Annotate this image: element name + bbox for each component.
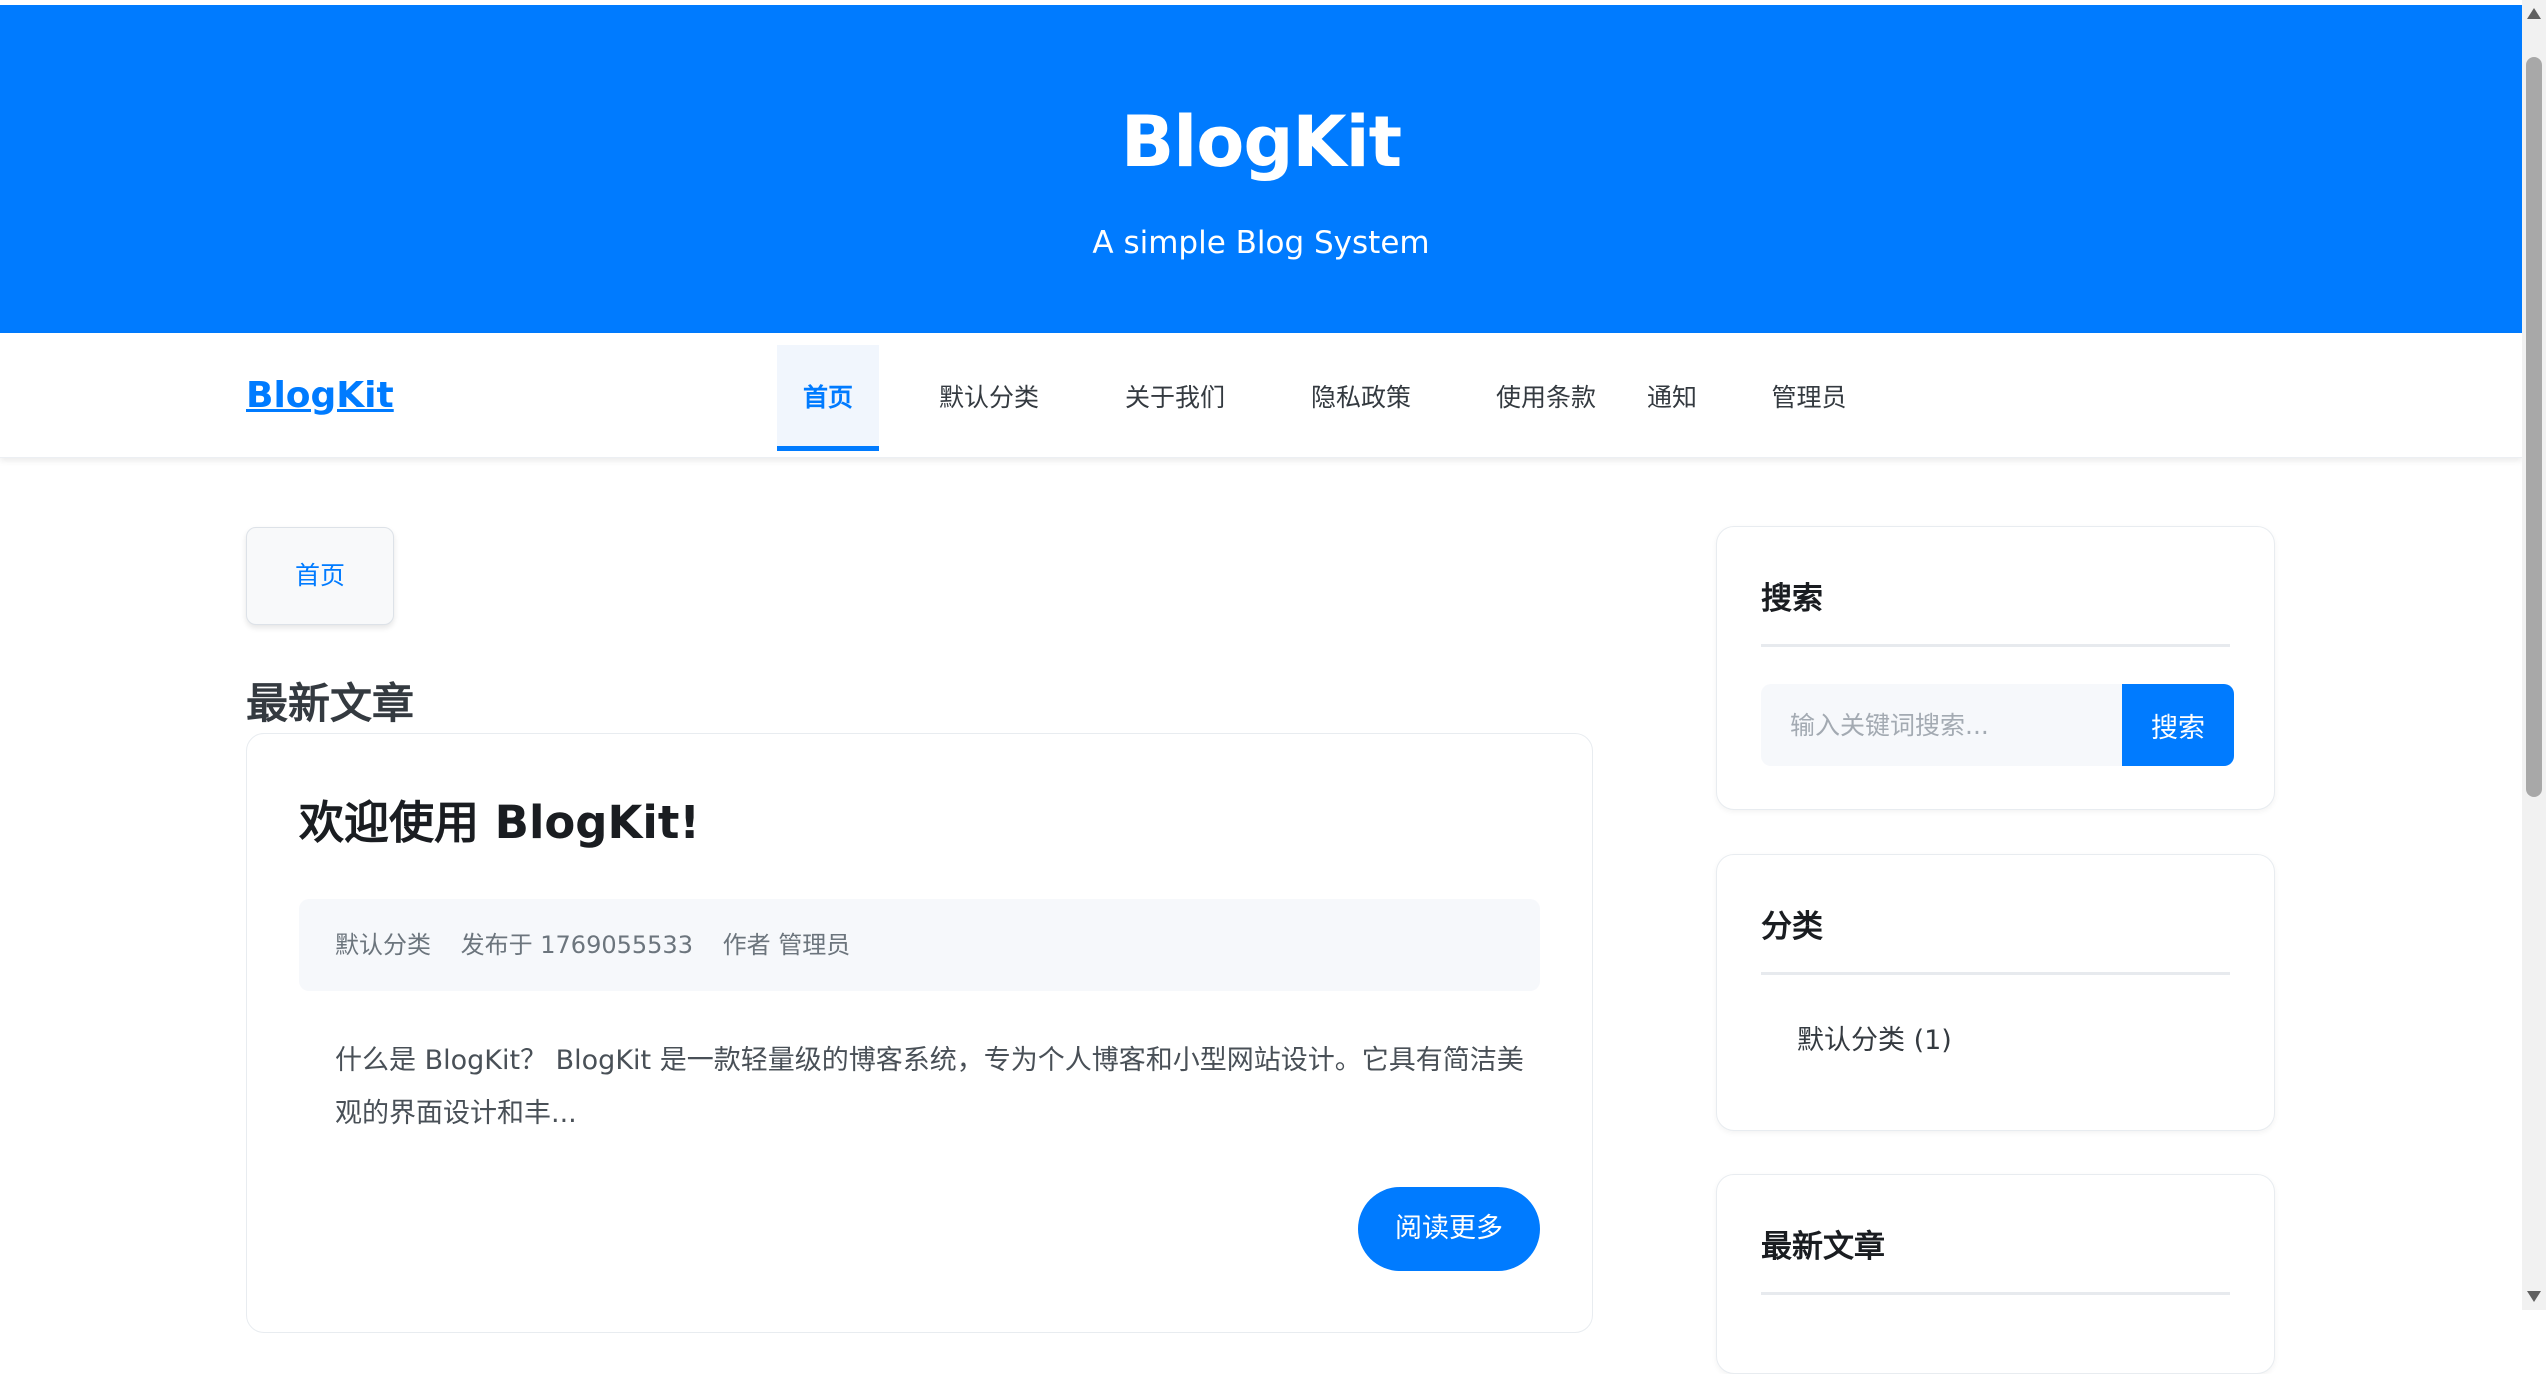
search-widget: 搜索 搜索 xyxy=(1716,526,2275,810)
divider xyxy=(1761,644,2230,647)
navbar-brand-link[interactable]: BlogKit xyxy=(246,375,394,416)
post-title-link[interactable]: 欢迎使用 BlogKit! xyxy=(299,786,700,851)
breadcrumb-home-link[interactable]: 首页 xyxy=(295,561,345,590)
main-navbar: BlogKit 首页 默认分类 关于我们 隐私政策 使用条款 通知 管理员 xyxy=(0,333,2522,458)
nav-item-admin[interactable]: 管理员 xyxy=(1758,345,1860,451)
breadcrumb: 首页 xyxy=(246,527,394,625)
nav-item-default-category[interactable]: 默认分类 xyxy=(924,345,1054,451)
post-meta: 默认分类 发布于 1769055533 作者 管理员 xyxy=(299,899,1540,991)
latest-posts-heading: 最新文章 xyxy=(246,679,415,728)
nav-item-privacy[interactable]: 隐私政策 xyxy=(1296,345,1426,451)
site-header: BlogKit A simple Blog System xyxy=(0,5,2522,333)
divider xyxy=(1761,1292,2230,1295)
search-button[interactable]: 搜索 xyxy=(2122,684,2234,766)
categories-widget: 分类 默认分类 (1) xyxy=(1716,854,2275,1131)
search-widget-title: 搜索 xyxy=(1761,581,1823,617)
site-subtitle: A simple Blog System xyxy=(1092,225,1430,261)
post-published-date: 发布于 1769055533 xyxy=(460,931,693,959)
nav-item-terms[interactable]: 使用条款 xyxy=(1481,345,1611,451)
search-input[interactable] xyxy=(1761,684,2122,766)
scroll-up-arrow-icon[interactable] xyxy=(2527,8,2541,19)
nav-item-about[interactable]: 关于我们 xyxy=(1110,345,1240,451)
read-more-button[interactable]: 阅读更多 xyxy=(1358,1187,1540,1271)
scroll-down-arrow-icon[interactable] xyxy=(2527,1291,2541,1302)
recent-posts-widget-title: 最新文章 xyxy=(1761,1229,1885,1265)
post-category-link[interactable]: 默认分类 xyxy=(335,931,431,959)
recent-posts-widget: 最新文章 xyxy=(1716,1174,2275,1374)
category-item-default[interactable]: 默认分类 (1) xyxy=(1797,1018,1952,1057)
nav-item-home[interactable]: 首页 xyxy=(777,345,879,451)
post-author: 作者 管理员 xyxy=(722,931,851,959)
categories-widget-title: 分类 xyxy=(1761,909,1823,945)
post-excerpt: 什么是 BlogKit？ BlogKit 是一款轻量级的博客系统，专为个人博客和… xyxy=(335,1045,1524,1129)
divider xyxy=(1761,972,2230,975)
site-title: BlogKit xyxy=(1120,101,1402,183)
post-card: 欢迎使用 BlogKit! 默认分类 发布于 1769055533 作者 管理员… xyxy=(246,733,1593,1333)
page-scrollbar[interactable] xyxy=(2522,0,2546,1310)
nav-item-notices[interactable]: 通知 xyxy=(1640,345,1704,451)
scrollbar-thumb[interactable] xyxy=(2526,57,2542,797)
